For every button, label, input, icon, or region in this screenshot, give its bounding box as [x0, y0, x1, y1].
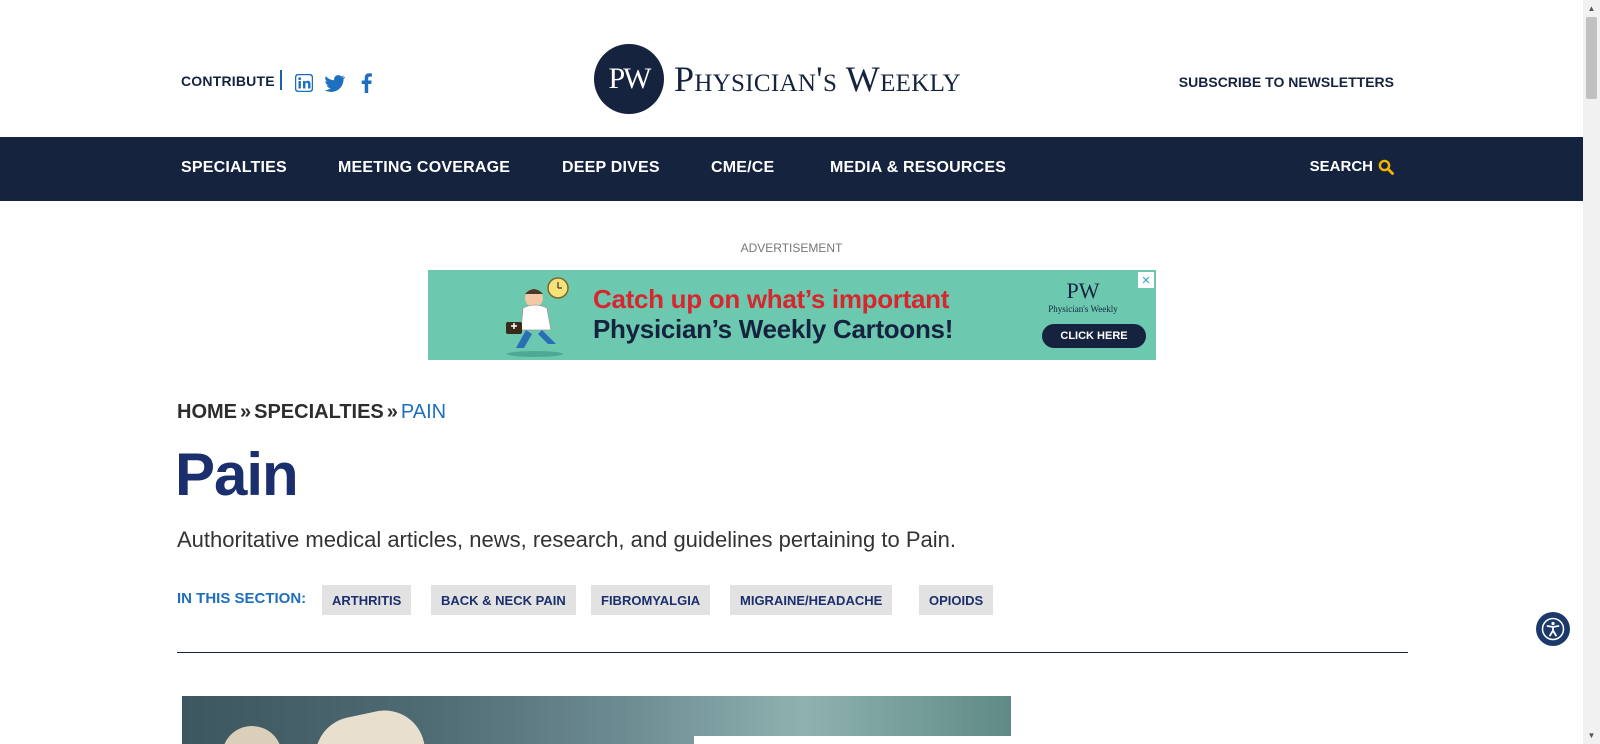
linkedin-icon[interactable]	[294, 73, 314, 93]
nav-item-meeting-coverage[interactable]: MEETING COVERAGE	[338, 159, 510, 177]
main-nav: SPECIALTIES MEETING COVERAGE DEEP DIVES …	[0, 137, 1583, 201]
scroll-up-icon[interactable]: ▲	[1583, 0, 1600, 17]
ad-logo-brand: Physician's Weekly	[1048, 304, 1118, 314]
advertisement-banner[interactable]: Catch up on what’s important Physician’s…	[428, 270, 1156, 360]
logo-wordmark: Physician's Weekly	[674, 59, 962, 99]
nav-item-media-resources[interactable]: MEDIA & RESOURCES	[830, 159, 1006, 177]
vertical-scrollbar[interactable]: ▲ ▼	[1583, 0, 1600, 744]
nav-item-cme-ce[interactable]: CME/CE	[711, 159, 774, 177]
page-title: Pain	[175, 441, 299, 508]
scroll-thumb[interactable]	[1586, 17, 1597, 99]
breadcrumb-current: PAIN	[400, 401, 447, 423]
tag-migraine-headache[interactable]: MIGRAINE/HEADACHE	[730, 585, 893, 615]
ad-logo: PW Physician's Weekly	[1043, 278, 1123, 315]
search-label: SEARCH	[1309, 158, 1373, 175]
ad-click-here-button[interactable]: CLICK HERE	[1042, 324, 1146, 348]
breadcrumb-separator: »	[386, 401, 398, 423]
twitter-icon[interactable]	[325, 73, 345, 93]
ad-headline: Catch up on what’s important	[593, 284, 950, 314]
contribute-link[interactable]: CONTRIBUTE	[181, 73, 275, 89]
accessibility-icon[interactable]	[1536, 612, 1570, 646]
tag-opioids[interactable]: OPIOIDS	[919, 585, 994, 615]
site-header: CONTRIBUTE PW Physician's Weekly SUBSCRI…	[0, 0, 1583, 137]
section-label: IN THIS SECTION:	[177, 590, 307, 607]
ad-logo-mark: PW	[1066, 278, 1100, 303]
search-icon	[1378, 159, 1394, 175]
scroll-down-icon[interactable]: ▼	[1583, 727, 1600, 744]
facebook-icon[interactable]	[356, 73, 376, 93]
page-description: Authoritative medical articles, news, re…	[177, 527, 956, 552]
section-divider	[177, 652, 1408, 653]
tag-arthritis[interactable]: ARTHRITIS	[322, 585, 412, 615]
cartoon-doctor-illustration	[506, 277, 569, 357]
ad-subheadline: Physician’s Weekly Cartoons!	[593, 314, 954, 344]
close-icon[interactable]: ✕	[1138, 272, 1154, 288]
advertisement-label: ADVERTISEMENT	[740, 241, 843, 255]
site-logo[interactable]: PW Physician's Weekly	[594, 44, 961, 114]
tag-fibromyalgia[interactable]: FIBROMYALGIA	[591, 585, 711, 615]
subscribe-newsletters-link[interactable]: SUBSCRIBE TO NEWSLETTERS	[1179, 74, 1394, 90]
nav-item-deep-dives[interactable]: DEEP DIVES	[562, 159, 660, 177]
nav-item-specialties[interactable]: SPECIALTIES	[181, 159, 287, 177]
featured-article-card	[694, 736, 1011, 744]
search-button[interactable]: SEARCH	[1310, 158, 1394, 175]
breadcrumb: HOME» SPECIALTIES» PAIN	[177, 401, 446, 424]
glove-shape	[222, 726, 282, 744]
breadcrumb-separator: »	[240, 401, 252, 423]
breadcrumb-specialties[interactable]: SPECIALTIES	[254, 401, 384, 423]
glove-shape	[308, 703, 426, 744]
header-divider	[280, 70, 282, 90]
tag-back-neck-pain[interactable]: BACK & NECK PAIN	[431, 585, 576, 615]
featured-article-image[interactable]	[182, 696, 1011, 744]
breadcrumb-home[interactable]: HOME	[177, 401, 237, 423]
logo-mark: PW	[594, 44, 664, 114]
